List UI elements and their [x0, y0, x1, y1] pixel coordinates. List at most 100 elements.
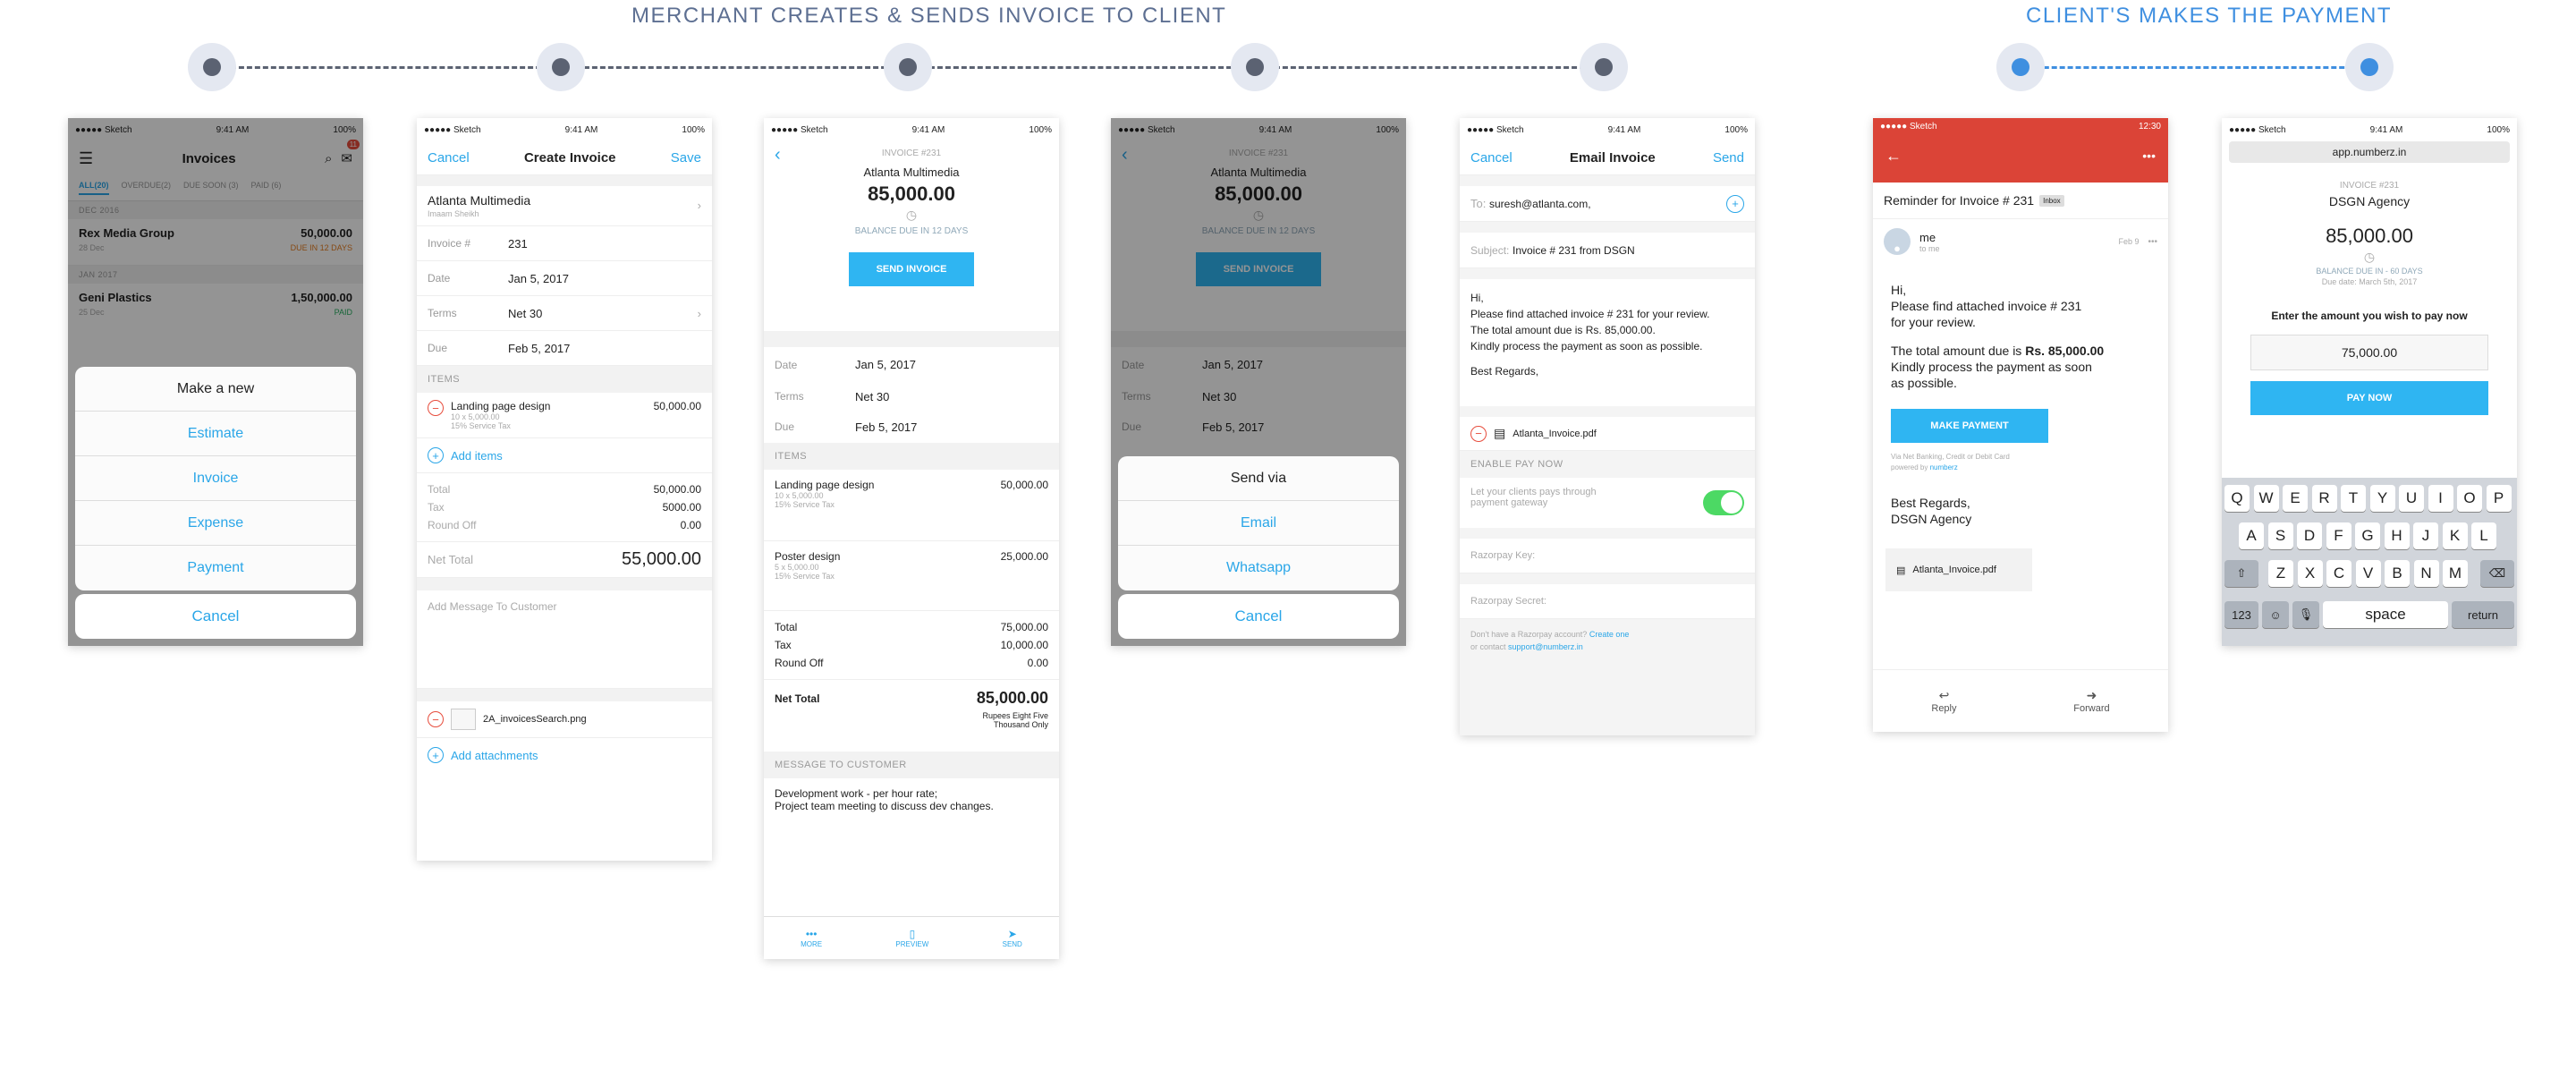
attachment-name: Atlanta_Invoice.pdf: [1912, 565, 1996, 575]
option-whatsapp[interactable]: Whatsapp: [1118, 546, 1399, 590]
remove-attachment-icon[interactable]: −: [428, 711, 444, 727]
key-w[interactable]: W: [2253, 485, 2279, 512]
send-invoice-button[interactable]: SEND INVOICE: [849, 252, 974, 286]
chevron-right-icon: ›: [697, 199, 701, 212]
key-u[interactable]: U: [2399, 485, 2424, 512]
send-tab[interactable]: ➤ SEND: [1003, 928, 1022, 948]
cancel-button[interactable]: Cancel: [1118, 594, 1399, 639]
round-off-label: Round Off: [428, 519, 477, 531]
item-name: Landing page design: [451, 400, 551, 412]
send-button[interactable]: Send: [1713, 150, 1744, 166]
subject-field[interactable]: Subject: Invoice # 231 from DSGN: [1460, 233, 1755, 268]
client-selector[interactable]: Atlanta Multimedia Imaam Sheikh ›: [417, 186, 712, 226]
add-attachments-button[interactable]: + Add attachments: [417, 738, 712, 772]
numberz-link[interactable]: numberz: [1930, 463, 1958, 471]
pay-now-button[interactable]: PAY NOW: [2250, 381, 2488, 415]
option-payment[interactable]: Payment: [75, 546, 356, 590]
line-item[interactable]: − Landing page design 50,000.00 10 x 5,00…: [417, 393, 712, 438]
razorpay-key-field[interactable]: Razorpay Key:: [1460, 539, 1755, 573]
microphone-key-icon[interactable]: 🎙: [2292, 601, 2319, 628]
shift-key-icon[interactable]: ⇧: [2224, 560, 2258, 587]
key-z[interactable]: Z: [2268, 560, 2293, 587]
terms-value: Net 30: [508, 306, 543, 320]
due-row[interactable]: Due Feb 5, 2017: [417, 331, 712, 366]
attachment-item[interactable]: − ▤ Atlanta_Invoice.pdf: [1460, 417, 1755, 451]
more-tab[interactable]: ••• MORE: [801, 928, 822, 948]
cancel-button[interactable]: Cancel: [75, 594, 356, 639]
numbers-key[interactable]: 123: [2224, 601, 2258, 628]
preview-tab[interactable]: ▯ PREVIEW: [895, 928, 928, 948]
item-tax: 15% Service Tax: [775, 500, 835, 509]
cancel-button[interactable]: Cancel: [1470, 150, 1513, 166]
amount-input[interactable]: 75,000.00: [2250, 335, 2488, 370]
key-c[interactable]: C: [2326, 560, 2351, 587]
terms-row[interactable]: Terms Net 30 ›: [417, 296, 712, 331]
option-expense[interactable]: Expense: [75, 501, 356, 546]
key-s[interactable]: S: [2267, 522, 2293, 549]
key-y[interactable]: Y: [2369, 485, 2395, 512]
key-k[interactable]: K: [2442, 522, 2468, 549]
key-j[interactable]: J: [2413, 522, 2438, 549]
key-l[interactable]: L: [2471, 522, 2496, 549]
support-email-link[interactable]: support@numberz.in: [1508, 642, 1583, 651]
body-line: Please find attached invoice # 231: [1891, 299, 2082, 313]
add-recipient-icon[interactable]: +: [1726, 194, 1744, 213]
key-x[interactable]: X: [2297, 560, 2323, 587]
forward-button[interactable]: ➜ Forward: [2073, 688, 2109, 714]
key-e[interactable]: E: [2283, 485, 2308, 512]
key-a[interactable]: A: [2239, 522, 2264, 549]
emoji-key-icon[interactable]: ☺: [2262, 601, 2289, 628]
space-key[interactable]: space: [2323, 601, 2448, 628]
payment-methods-text: Via Net Banking, Credit or Debit Card: [1891, 453, 2010, 461]
key-r[interactable]: R: [2311, 485, 2337, 512]
key-q[interactable]: Q: [2224, 485, 2250, 512]
remove-attachment-icon[interactable]: −: [1470, 425, 1487, 442]
attachment-chip[interactable]: ▤ Atlanta_Invoice.pdf: [1885, 548, 2032, 591]
key-d[interactable]: D: [2297, 522, 2322, 549]
back-arrow-icon[interactable]: ←: [1885, 147, 1902, 166]
invoice-number-row[interactable]: Invoice # 231: [417, 226, 712, 261]
key-o[interactable]: O: [2457, 485, 2482, 512]
key-p[interactable]: P: [2486, 485, 2512, 512]
key-b[interactable]: B: [2385, 560, 2410, 587]
save-button[interactable]: Save: [671, 150, 701, 166]
cancel-button[interactable]: Cancel: [428, 150, 470, 166]
message-field[interactable]: Add Message To Customer: [417, 590, 712, 689]
option-invoice[interactable]: Invoice: [75, 456, 356, 501]
email-body[interactable]: Hi, Please find attached invoice # 231 f…: [1460, 279, 1755, 406]
amount-due-value: Rs. 85,000.00: [2025, 344, 2105, 358]
back-arrow-icon[interactable]: ‹: [775, 145, 781, 166]
key-i[interactable]: I: [2428, 485, 2453, 512]
option-email[interactable]: Email: [1118, 501, 1399, 546]
return-key[interactable]: return: [2452, 601, 2514, 628]
key-m[interactable]: M: [2443, 560, 2468, 587]
option-estimate[interactable]: Estimate: [75, 412, 356, 456]
more-options-icon[interactable]: •••: [2142, 149, 2156, 163]
key-g[interactable]: G: [2355, 522, 2380, 549]
browser-url-bar[interactable]: app.numberz.in: [2229, 141, 2510, 163]
more-tab-label: MORE: [801, 940, 823, 948]
to-field[interactable]: To: suresh@atlanta.com, +: [1460, 186, 1755, 222]
reply-button[interactable]: ↩ Reply: [1931, 688, 1956, 714]
razorpay-secret-field[interactable]: Razorpay Secret:: [1460, 584, 1755, 619]
attachment-item[interactable]: − 2A_invoicesSearch.png: [417, 701, 712, 738]
more-icon[interactable]: •••: [2148, 237, 2157, 247]
client-name: Atlanta Multimedia: [428, 193, 531, 208]
line-item[interactable]: Poster design 25,000.00 5 x 5,000.00 15% …: [764, 541, 1059, 611]
pay-now-toggle[interactable]: [1703, 490, 1744, 515]
line-item[interactable]: Landing page design 50,000.00 10 x 5,000.…: [764, 470, 1059, 541]
key-v[interactable]: V: [2355, 560, 2381, 587]
backspace-key-icon[interactable]: ⌫: [2480, 560, 2514, 587]
body-line: Best Regards,: [1470, 365, 1539, 378]
key-t[interactable]: T: [2341, 485, 2366, 512]
make-payment-button[interactable]: MAKE PAYMENT: [1891, 409, 2048, 443]
key-h[interactable]: H: [2384, 522, 2410, 549]
on-screen-keyboard: Q W E R T Y U I O P A S D F G H J K L ⇧ Z X C V B N M ⌫ 123 ☺ 🎙 space re…: [2222, 478, 2517, 646]
add-items-button[interactable]: + Add items: [417, 438, 712, 473]
date-row[interactable]: Date Jan 5, 2017: [417, 261, 712, 296]
invoice-amount: 85,000.00: [868, 183, 955, 205]
key-n[interactable]: N: [2413, 560, 2439, 587]
create-account-link[interactable]: Create one: [1589, 630, 1630, 639]
key-f[interactable]: F: [2326, 522, 2351, 549]
remove-item-icon[interactable]: −: [428, 400, 444, 416]
